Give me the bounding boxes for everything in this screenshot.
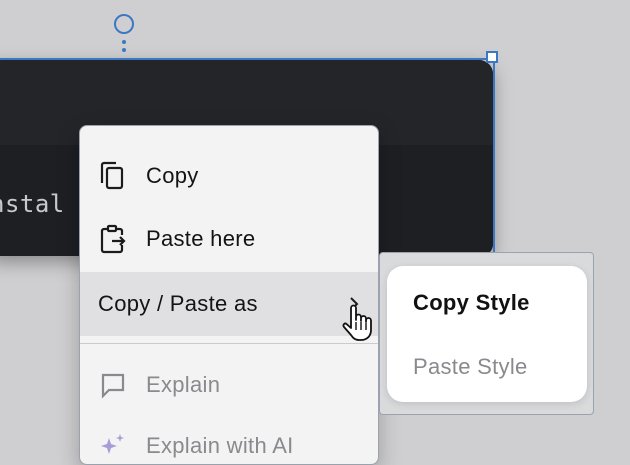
submenu-item-paste-style[interactable]: Paste Style	[413, 354, 528, 380]
copy-icon	[98, 161, 128, 191]
menu-item-label: Copy / Paste as	[98, 291, 258, 316]
menu-item-label: Paste here	[146, 226, 256, 251]
menu-divider	[80, 343, 378, 344]
selection-border-top	[0, 58, 494, 60]
menu-item-copy[interactable]: Copy	[80, 144, 378, 208]
menu-item-explain-with-ai[interactable]: Explain with AI	[80, 414, 378, 464]
paste-icon	[98, 224, 128, 254]
comment-icon	[98, 370, 128, 400]
menu-item-explain[interactable]: Explain	[80, 353, 378, 417]
submenu-item-copy-style[interactable]: Copy Style	[413, 290, 530, 316]
design-canvas[interactable]: nstal Copy Paste	[0, 0, 630, 465]
menu-item-copy-paste-as[interactable]: Copy / Paste as	[80, 272, 378, 336]
menu-item-label: Copy	[146, 163, 199, 188]
context-menu: Copy Paste here Copy / Paste as Explain …	[79, 125, 379, 465]
menu-item-paste-here[interactable]: Paste here	[80, 207, 378, 271]
copy-paste-as-submenu: Copy Style Paste Style	[387, 266, 587, 402]
code-text: nstal	[0, 190, 65, 218]
selection-border-right	[493, 58, 495, 256]
sparkle-icon	[98, 431, 128, 461]
resize-handle-top-right[interactable]	[486, 51, 498, 63]
rotate-handle[interactable]	[114, 14, 134, 34]
menu-item-label: Explain	[146, 372, 221, 397]
hand-pointer-cursor-icon	[342, 303, 374, 343]
menu-item-label: Explain with AI	[146, 433, 294, 458]
rotate-connector-dot	[122, 48, 126, 52]
rotate-connector-dot	[122, 40, 126, 44]
